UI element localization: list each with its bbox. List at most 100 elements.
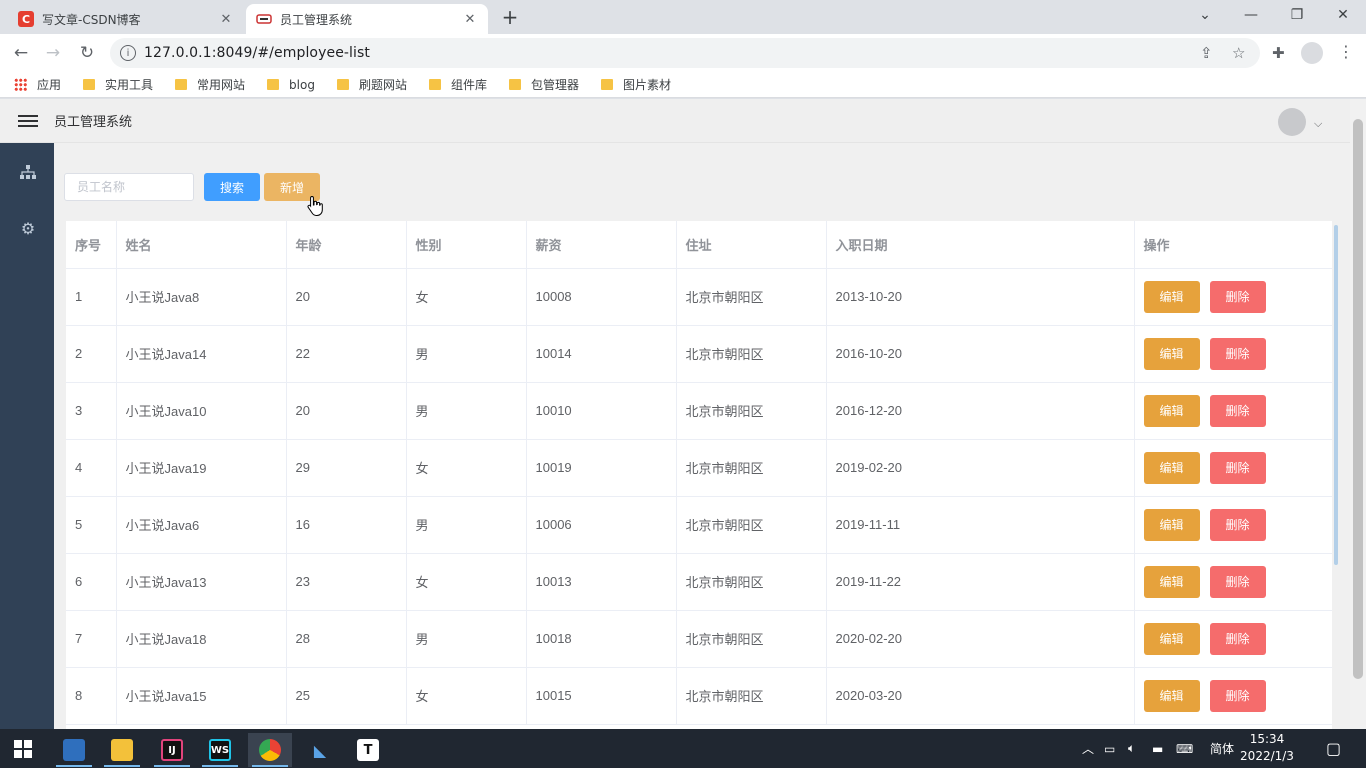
restore-icon[interactable]: ❐: [1274, 0, 1320, 30]
page-scrollbar[interactable]: [1350, 99, 1366, 729]
scroll-thumb[interactable]: [1353, 119, 1363, 679]
cell-actions: 编辑 删除: [1134, 325, 1332, 383]
bookmark-folder[interactable]: blog: [267, 78, 315, 92]
ems-favicon-icon: [256, 11, 272, 27]
delete-button[interactable]: 删除: [1209, 280, 1266, 313]
browser-tab-strip: C 写文章-CSDN博客 ✕ 员工管理系统 ✕ + ⌄ — ❐ ✕: [0, 0, 1366, 34]
delete-button[interactable]: 删除: [1209, 451, 1266, 484]
chrome-icon[interactable]: [248, 733, 292, 767]
cell-salary: 10013: [526, 553, 677, 611]
chevron-up-icon[interactable]: ︿: [1082, 729, 1094, 768]
bookmark-folder[interactable]: 包管理器: [509, 76, 579, 93]
tab-csdn[interactable]: C 写文章-CSDN博客 ✕: [8, 4, 244, 34]
bookmark-star-icon[interactable]: ☆: [1232, 44, 1245, 62]
edit-button[interactable]: 编辑: [1143, 565, 1200, 598]
network-icon[interactable]: ▭: [1104, 729, 1115, 768]
cell-gender: 男: [406, 496, 527, 554]
forward-arrow-icon[interactable]: →: [40, 40, 66, 66]
extensions-icon[interactable]: ✚: [1272, 44, 1285, 62]
table-row: 3 小王说Java10 20 男 10010 北京市朝阳区 2016-12-20 编辑 删除: [66, 382, 1332, 440]
intellij-icon[interactable]: IJ: [150, 733, 194, 767]
chevron-down-icon[interactable]: ⌵: [1314, 117, 1322, 131]
share-icon[interactable]: ⇪: [1200, 44, 1213, 62]
ime-indicator[interactable]: 简体: [1210, 729, 1234, 768]
column-header: 薪资: [526, 221, 677, 269]
desktop-icon[interactable]: [52, 733, 96, 767]
bookmark-apps[interactable]: 应用: [14, 76, 61, 93]
edit-button[interactable]: 编辑: [1143, 679, 1200, 712]
bookmark-folder[interactable]: 刷题网站: [336, 76, 407, 93]
address-bar[interactable]: i 127.0.0.1:8049/#/employee-list: [110, 38, 1260, 68]
column-header: 操作: [1134, 221, 1332, 269]
bookmark-folder[interactable]: 组件库: [428, 76, 487, 93]
close-icon[interactable]: ✕: [462, 11, 478, 27]
edit-button[interactable]: 编辑: [1143, 280, 1200, 313]
delete-button[interactable]: 删除: [1209, 508, 1266, 541]
cell-address: 北京市朝阳区: [676, 325, 827, 383]
more-menu-icon[interactable]: ⋮: [1338, 42, 1354, 61]
table-scrollbar[interactable]: [1332, 221, 1340, 729]
hand-cursor-icon: [307, 195, 323, 216]
bookmark-folder[interactable]: 图片素材: [601, 76, 671, 93]
new-tab-button[interactable]: +: [498, 5, 522, 29]
bookmarks-bar: 应用 实用工具 常用网站 blog 刷题网站 组件库 包管理器 图片素材: [0, 72, 1366, 98]
delete-button[interactable]: 删除: [1209, 622, 1266, 655]
edit-button[interactable]: 编辑: [1143, 622, 1200, 655]
url-text: 127.0.0.1:8049/#/employee-list: [144, 45, 371, 61]
cell-gender: 男: [406, 382, 527, 440]
edit-button[interactable]: 编辑: [1143, 451, 1200, 484]
dolphin-icon[interactable]: ◣: [298, 733, 342, 767]
windows-start-icon[interactable]: [14, 740, 32, 758]
profile-avatar-icon[interactable]: [1301, 42, 1323, 64]
minimize-icon[interactable]: —: [1228, 0, 1274, 30]
file-explorer-icon[interactable]: [100, 733, 144, 767]
volume-icon[interactable]: 🔈︎: [1128, 729, 1135, 768]
edit-button[interactable]: 编辑: [1143, 337, 1200, 370]
delete-button[interactable]: 删除: [1209, 679, 1266, 712]
tab-employee-system[interactable]: 员工管理系统 ✕: [246, 4, 488, 34]
cell-age: 22: [286, 325, 407, 383]
webstorm-icon[interactable]: WS: [198, 733, 242, 767]
cell-date: 2020-02-20: [826, 610, 1135, 668]
reload-icon[interactable]: ↻: [74, 40, 100, 66]
folder-icon: [83, 79, 96, 90]
menu-toggle-icon[interactable]: [18, 114, 38, 127]
delete-button[interactable]: 删除: [1209, 337, 1266, 370]
table-row: 1 小王说Java8 20 女 10008 北京市朝阳区 2013-10-20 编辑 删除: [66, 268, 1332, 326]
clock-date: 2022/1/3: [1240, 749, 1294, 763]
main-content: 搜索 新增 序号 姓名 年龄 性别 薪资 住址 入职日期: [54, 143, 1350, 729]
cell-date: 2019-11-11: [826, 496, 1135, 554]
scroll-thumb[interactable]: [1334, 225, 1338, 565]
typora-icon[interactable]: T: [346, 733, 390, 767]
edit-button[interactable]: 编辑: [1143, 508, 1200, 541]
system-clock[interactable]: 15:34 2022/1/3: [1232, 731, 1302, 765]
folder-icon: [509, 79, 521, 90]
user-avatar[interactable]: [1278, 108, 1306, 136]
notification-icon[interactable]: ▢: [1326, 729, 1341, 768]
cell-actions: 编辑 删除: [1134, 496, 1332, 554]
cell-gender: 女: [406, 553, 527, 611]
delete-button[interactable]: 删除: [1209, 565, 1266, 598]
cell-salary: 10015: [526, 667, 677, 725]
info-icon[interactable]: i: [120, 45, 136, 61]
folder-icon: [601, 79, 614, 90]
gear-icon[interactable]: ⚙: [19, 219, 37, 238]
edit-button[interactable]: 编辑: [1143, 394, 1200, 427]
keyboard-icon[interactable]: ⌨: [1176, 729, 1193, 768]
bookmark-folder[interactable]: 常用网站: [175, 76, 245, 93]
delete-button[interactable]: 删除: [1209, 394, 1266, 427]
search-button[interactable]: 搜索: [204, 173, 260, 201]
close-icon[interactable]: ✕: [218, 11, 234, 27]
sidebar: ⚙: [0, 143, 54, 729]
close-window-icon[interactable]: ✕: [1320, 0, 1366, 30]
folder-icon: [175, 79, 188, 90]
chevron-down-icon[interactable]: ⌄: [1182, 0, 1228, 30]
org-chart-icon[interactable]: [19, 163, 37, 181]
folder-icon: [267, 79, 280, 90]
employee-name-input[interactable]: [64, 173, 194, 201]
back-arrow-icon[interactable]: ←: [8, 40, 34, 66]
cell-name: 小王说Java18: [116, 610, 287, 668]
cell-age: 23: [286, 553, 407, 611]
battery-icon[interactable]: ▬: [1152, 729, 1163, 768]
bookmark-folder[interactable]: 实用工具: [83, 76, 153, 93]
